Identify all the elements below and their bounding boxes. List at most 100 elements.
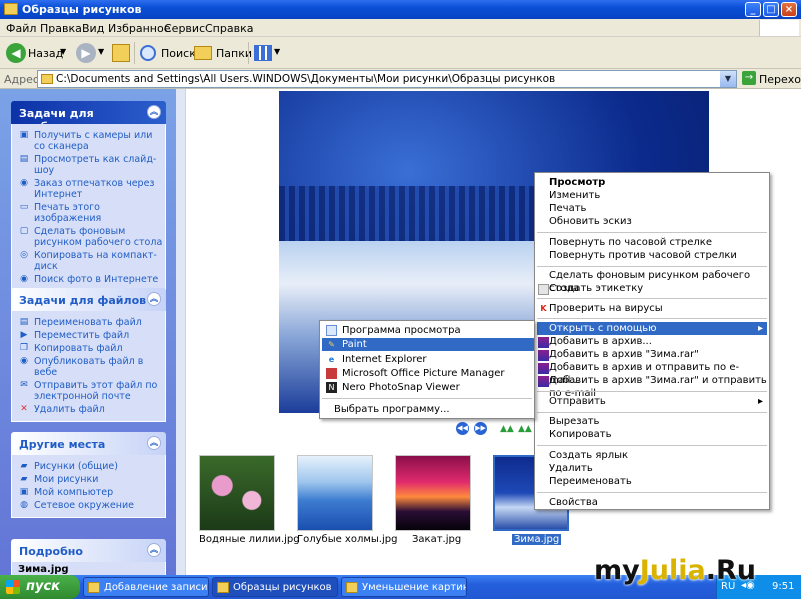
task-rename-file[interactable]: ▤ Переименовать файл [18,317,165,328]
thumbnail-label: Водяные лилии.jpg [199,534,300,545]
clock[interactable]: 9:51 [772,581,794,592]
task-slideshow[interactable]: ▤ Просмотреть как слайд-шоу [18,154,165,176]
submenu-arrow-icon: ▸ [757,396,763,407]
search-button[interactable]: Поиск [161,47,196,60]
menu-view[interactable]: Вид [82,22,104,35]
taskbar-item-resize-images[interactable]: Уменьшение картинок [341,577,467,597]
menu-item-edit[interactable]: Изменить [549,189,769,202]
forward-arrow-icon[interactable]: ▶ [76,43,96,63]
task-get-from-camera[interactable]: ▣ Получить с камеры или со сканера [18,130,165,152]
views-icon[interactable] [254,45,272,61]
folder-icon [217,582,229,593]
collapse-chevron-icon[interactable]: ︽ [147,292,161,306]
actual-size-icon[interactable]: ▲▲ [518,424,532,434]
image-tasks-header[interactable]: Задачи для изображен ︽ [11,101,166,133]
menu-item-rename[interactable]: Переименовать [549,475,769,488]
collapse-chevron-icon[interactable]: ︽ [147,543,161,557]
menu-file[interactable]: Файл [6,22,36,35]
menu-tools[interactable]: Сервис [164,22,205,35]
place-my-pictures[interactable]: ▰ Мои рисунки [18,474,165,485]
menu-item-create-shortcut[interactable]: Создать ярлык [549,449,769,462]
menu-item-rotate-ccw[interactable]: Повернуть против часовой стрелки [549,249,769,262]
open-with-picture-manager[interactable]: Microsoft Office Picture Manager [342,367,532,380]
best-fit-icon[interactable]: ▲▲ [500,424,514,434]
email-icon: ✉ [20,380,28,390]
other-places-header[interactable]: Другие места ︽ [11,432,166,455]
collapse-chevron-icon[interactable]: ︽ [147,436,161,450]
menu-item-open-with[interactable]: Открыть с помощью ▸ [537,322,767,335]
back-arrow-icon[interactable]: ◀ [6,43,26,63]
open-with-image-viewer[interactable]: Программа просмотра изображений и факсов [342,324,532,349]
taskbar-item-blog[interactable]: Добавление записи ... [83,577,209,597]
task-print-image[interactable]: ▭ Печать этого изображения [18,202,165,224]
task-copy-file[interactable]: ❐ Копировать файл [18,343,165,354]
title-bar[interactable]: Образцы рисунков _ □ × [0,0,801,19]
task-move-file[interactable]: ▶ Переместить файл [18,330,165,341]
search-icon[interactable] [140,45,156,61]
place-my-computer[interactable]: ▣ Мой компьютер [18,487,165,498]
go-button[interactable]: Переход [759,73,801,86]
address-field[interactable]: C:\Documents and Settings\All Users.WIND… [37,70,737,88]
menu-item-create-label[interactable]: Создать этикетку [549,282,769,295]
place-network[interactable]: ◍ Сетевое окружение [18,500,165,511]
task-email-file[interactable]: ✉ Отправить этот файл по электронной почт… [18,380,165,402]
internet-explorer-icon: e [328,355,335,364]
thumbnail-sunset[interactable] [395,455,471,531]
menu-item-scan-viruses[interactable]: Проверить на вирусы [549,302,769,315]
start-button[interactable]: пуск [0,575,80,599]
address-dropdown-icon[interactable]: ▼ [720,71,736,87]
open-with-internet-explorer[interactable]: Internet Explorer [342,353,532,366]
pane-scrollbar[interactable] [176,89,186,575]
folder-up-icon[interactable] [112,44,130,62]
back-dropdown-icon[interactable]: ▼ [60,47,66,56]
menu-help[interactable]: Справка [205,22,253,35]
next-image-button[interactable]: ▶▶ [474,422,487,435]
forward-dropdown-icon[interactable]: ▼ [98,47,104,56]
close-button[interactable]: × [781,2,797,17]
thumbnail-blue-hills[interactable] [297,455,373,531]
file-tasks-header[interactable]: Задачи для файлов и папок ︽ [11,288,166,320]
network-icon: ◍ [20,500,28,510]
task-publish-web[interactable]: ◉ Опубликовать файл в вебе [18,356,165,378]
menu-item-add-archive[interactable]: Добавить в архив... [549,335,769,348]
task-copy-to-cd[interactable]: ◎ Копировать на компакт-диск [18,250,165,272]
folders-button[interactable]: Папки [216,47,252,60]
menu-separator [537,412,767,413]
open-with-choose-program[interactable]: Выбрать программу... [334,403,532,416]
taskbar-item-sample-pictures[interactable]: Образцы рисунков [212,577,338,597]
menu-item-add-zima-rar-email[interactable]: Добавить в архив "Зима.rar" и отправить … [549,374,769,399]
menu-item-add-zima-rar[interactable]: Добавить в архив "Зима.rar" [549,348,769,361]
task-set-wallpaper[interactable]: ▢ Сделать фоновым рисунком рабочего стола [18,226,165,248]
menu-item-set-wallpaper[interactable]: Сделать фоновым рисунком рабочего стола [549,269,769,294]
task-order-prints[interactable]: ◉ Заказ отпечатков через Интернет [18,178,165,200]
menu-item-preview[interactable]: Просмотр [549,176,769,189]
copy-icon: ❐ [19,343,29,353]
task-delete-file[interactable]: ✕ Удалить файл [18,404,165,415]
minimize-button[interactable]: _ [745,2,761,17]
menu-item-add-archive-email[interactable]: Добавить в архив и отправить по e-mail..… [549,361,769,386]
collapse-chevron-icon[interactable]: ︽ [147,105,161,119]
maximize-button[interactable]: □ [763,2,779,17]
previous-image-button[interactable]: ◀◀ [456,422,469,435]
folders-icon[interactable] [194,46,212,60]
views-dropdown-icon[interactable]: ▼ [274,47,280,56]
open-with-paint[interactable]: ✎ Paint [322,338,534,351]
go-arrow-icon[interactable]: → [742,71,756,85]
toolbar: ◀ Назад ▼ ▶ ▼ Поиск Папки ▼ [0,37,801,69]
menu-item-print[interactable]: Печать [549,202,769,215]
back-button[interactable]: Назад [28,47,63,60]
thumbnail-water-lilies[interactable] [199,455,275,531]
menu-favorites[interactable]: Избранное [108,22,170,35]
menu-item-refresh-thumbnail[interactable]: Обновить эскиз [549,215,769,228]
menu-item-send-to[interactable]: Отправить ▸ [549,395,769,408]
details-header[interactable]: Подробно ︽ [11,539,166,562]
menu-item-properties[interactable]: Свойства [549,496,769,509]
open-with-nero-photosnap[interactable]: Nero PhotoSnap Viewer [342,381,532,394]
menu-edit[interactable]: Правка [40,22,82,35]
menu-item-rotate-cw[interactable]: Повернуть по часовой стрелке [549,236,769,249]
place-shared-pictures[interactable]: ▰ Рисунки (общие) [18,461,165,472]
task-search-photos-online[interactable]: ◉ Поиск фото в Интернете [18,274,165,285]
menu-item-copy[interactable]: Копировать [549,428,769,441]
menu-item-delete[interactable]: Удалить [549,462,769,475]
menu-item-cut[interactable]: Вырезать [549,415,769,428]
